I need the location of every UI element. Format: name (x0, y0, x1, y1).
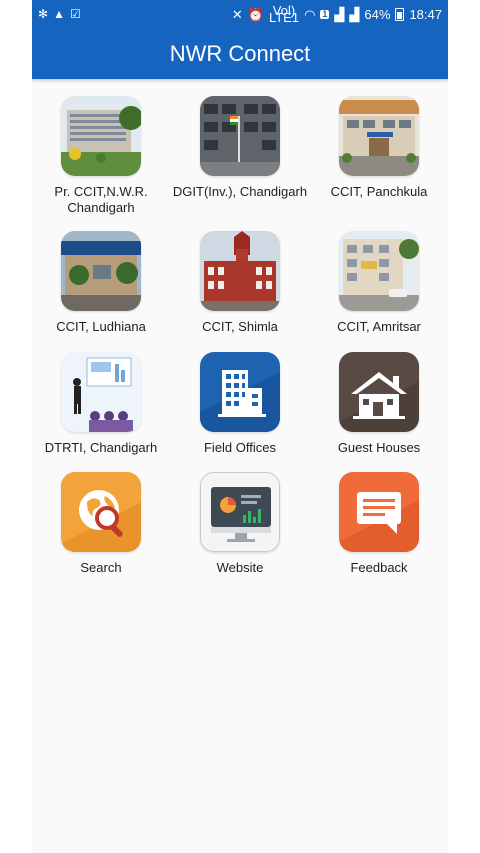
training-presentation-icon (61, 352, 141, 432)
signal-2-icon: ▟ (349, 6, 360, 22)
tile-ccit-shimla[interactable]: CCIT, Shimla (171, 231, 309, 335)
battery-icon (395, 7, 405, 21)
app-screen: ✻ ▲ ☑ ✕ ⏰ Vol) LTE1 ◠ 1 ▟ ▟ 64% 18:47 NW… (32, 0, 448, 853)
tile-ccit-ludhiana[interactable]: CCIT, Ludhiana (32, 231, 170, 335)
status-bar: ✻ ▲ ☑ ✕ ⏰ Vol) LTE1 ◠ 1 ▟ ▟ 64% 18:47 (32, 0, 448, 28)
feedback-message-icon (339, 472, 419, 552)
clipboard-icon: ☑ (69, 7, 81, 21)
tile-dgit-chandigarh[interactable]: DGIT(Inv.), Chandigarh (171, 96, 309, 200)
house-icon (339, 352, 419, 432)
tile-dtrti-chandigarh[interactable]: DTRTI, Chandigarh (32, 352, 170, 456)
battery-percent: 64% (364, 6, 391, 22)
signal-icon: ▟ (334, 6, 345, 22)
clock: 18:47 (409, 6, 442, 22)
wifi-icon: ◠ (304, 6, 316, 22)
tile-guest-houses[interactable]: Guest Houses (310, 352, 448, 456)
tile-field-offices[interactable]: Field Offices (171, 352, 309, 456)
tile-label: Guest Houses (337, 440, 421, 455)
panchkula-office-photo-icon (339, 96, 419, 176)
tile-label: DGIT(Inv.), Chandigarh (172, 184, 308, 199)
amritsar-office-photo-icon (339, 231, 419, 311)
volte-indicator: Vol) LTE1 (268, 3, 300, 25)
office-building-icon (200, 352, 280, 432)
government-building-photo-icon (200, 96, 280, 176)
globe-search-icon (61, 472, 141, 552)
tile-label: CCIT, Ludhiana (56, 319, 146, 334)
shimla-building-photo-icon (200, 231, 280, 311)
tile-pr-ccit-chandigarh[interactable]: Pr. CCIT,N.W.R. Chandigarh (32, 96, 170, 216)
sim-badge: 1 (320, 8, 330, 19)
tile-ccit-panchkula[interactable]: CCIT, Panchkula (310, 96, 448, 200)
tile-label: CCIT, Panchkula (330, 184, 428, 199)
tile-label: Website (216, 560, 264, 575)
tile-label: CCIT, Amritsar (337, 319, 421, 334)
monitor-chart-icon (200, 472, 280, 552)
app-bar: NWR Connect (32, 28, 448, 79)
mute-icon: ✕ (231, 6, 243, 22)
warning-icon: ▲ (53, 7, 65, 21)
tile-ccit-amritsar[interactable]: CCIT, Amritsar (310, 231, 448, 335)
alarm-icon: ⏰ (247, 6, 264, 22)
office-building-photo-icon (61, 96, 141, 176)
fan-icon: ✻ (38, 7, 49, 21)
tile-feedback[interactable]: Feedback (310, 472, 448, 576)
tile-website[interactable]: Website (171, 472, 309, 576)
app-title: NWR Connect (169, 40, 311, 66)
tile-label: Feedback (350, 560, 408, 575)
tile-label: Search (80, 560, 122, 575)
tile-label: CCIT, Shimla (202, 319, 278, 334)
tile-label: Field Offices (203, 440, 276, 455)
tile-search[interactable]: Search (32, 472, 170, 576)
tile-label: DTRTI, Chandigarh (44, 440, 158, 455)
ludhiana-office-photo-icon (61, 231, 141, 311)
tile-label: Pr. CCIT,N.W.R. Chandigarh (54, 184, 148, 215)
